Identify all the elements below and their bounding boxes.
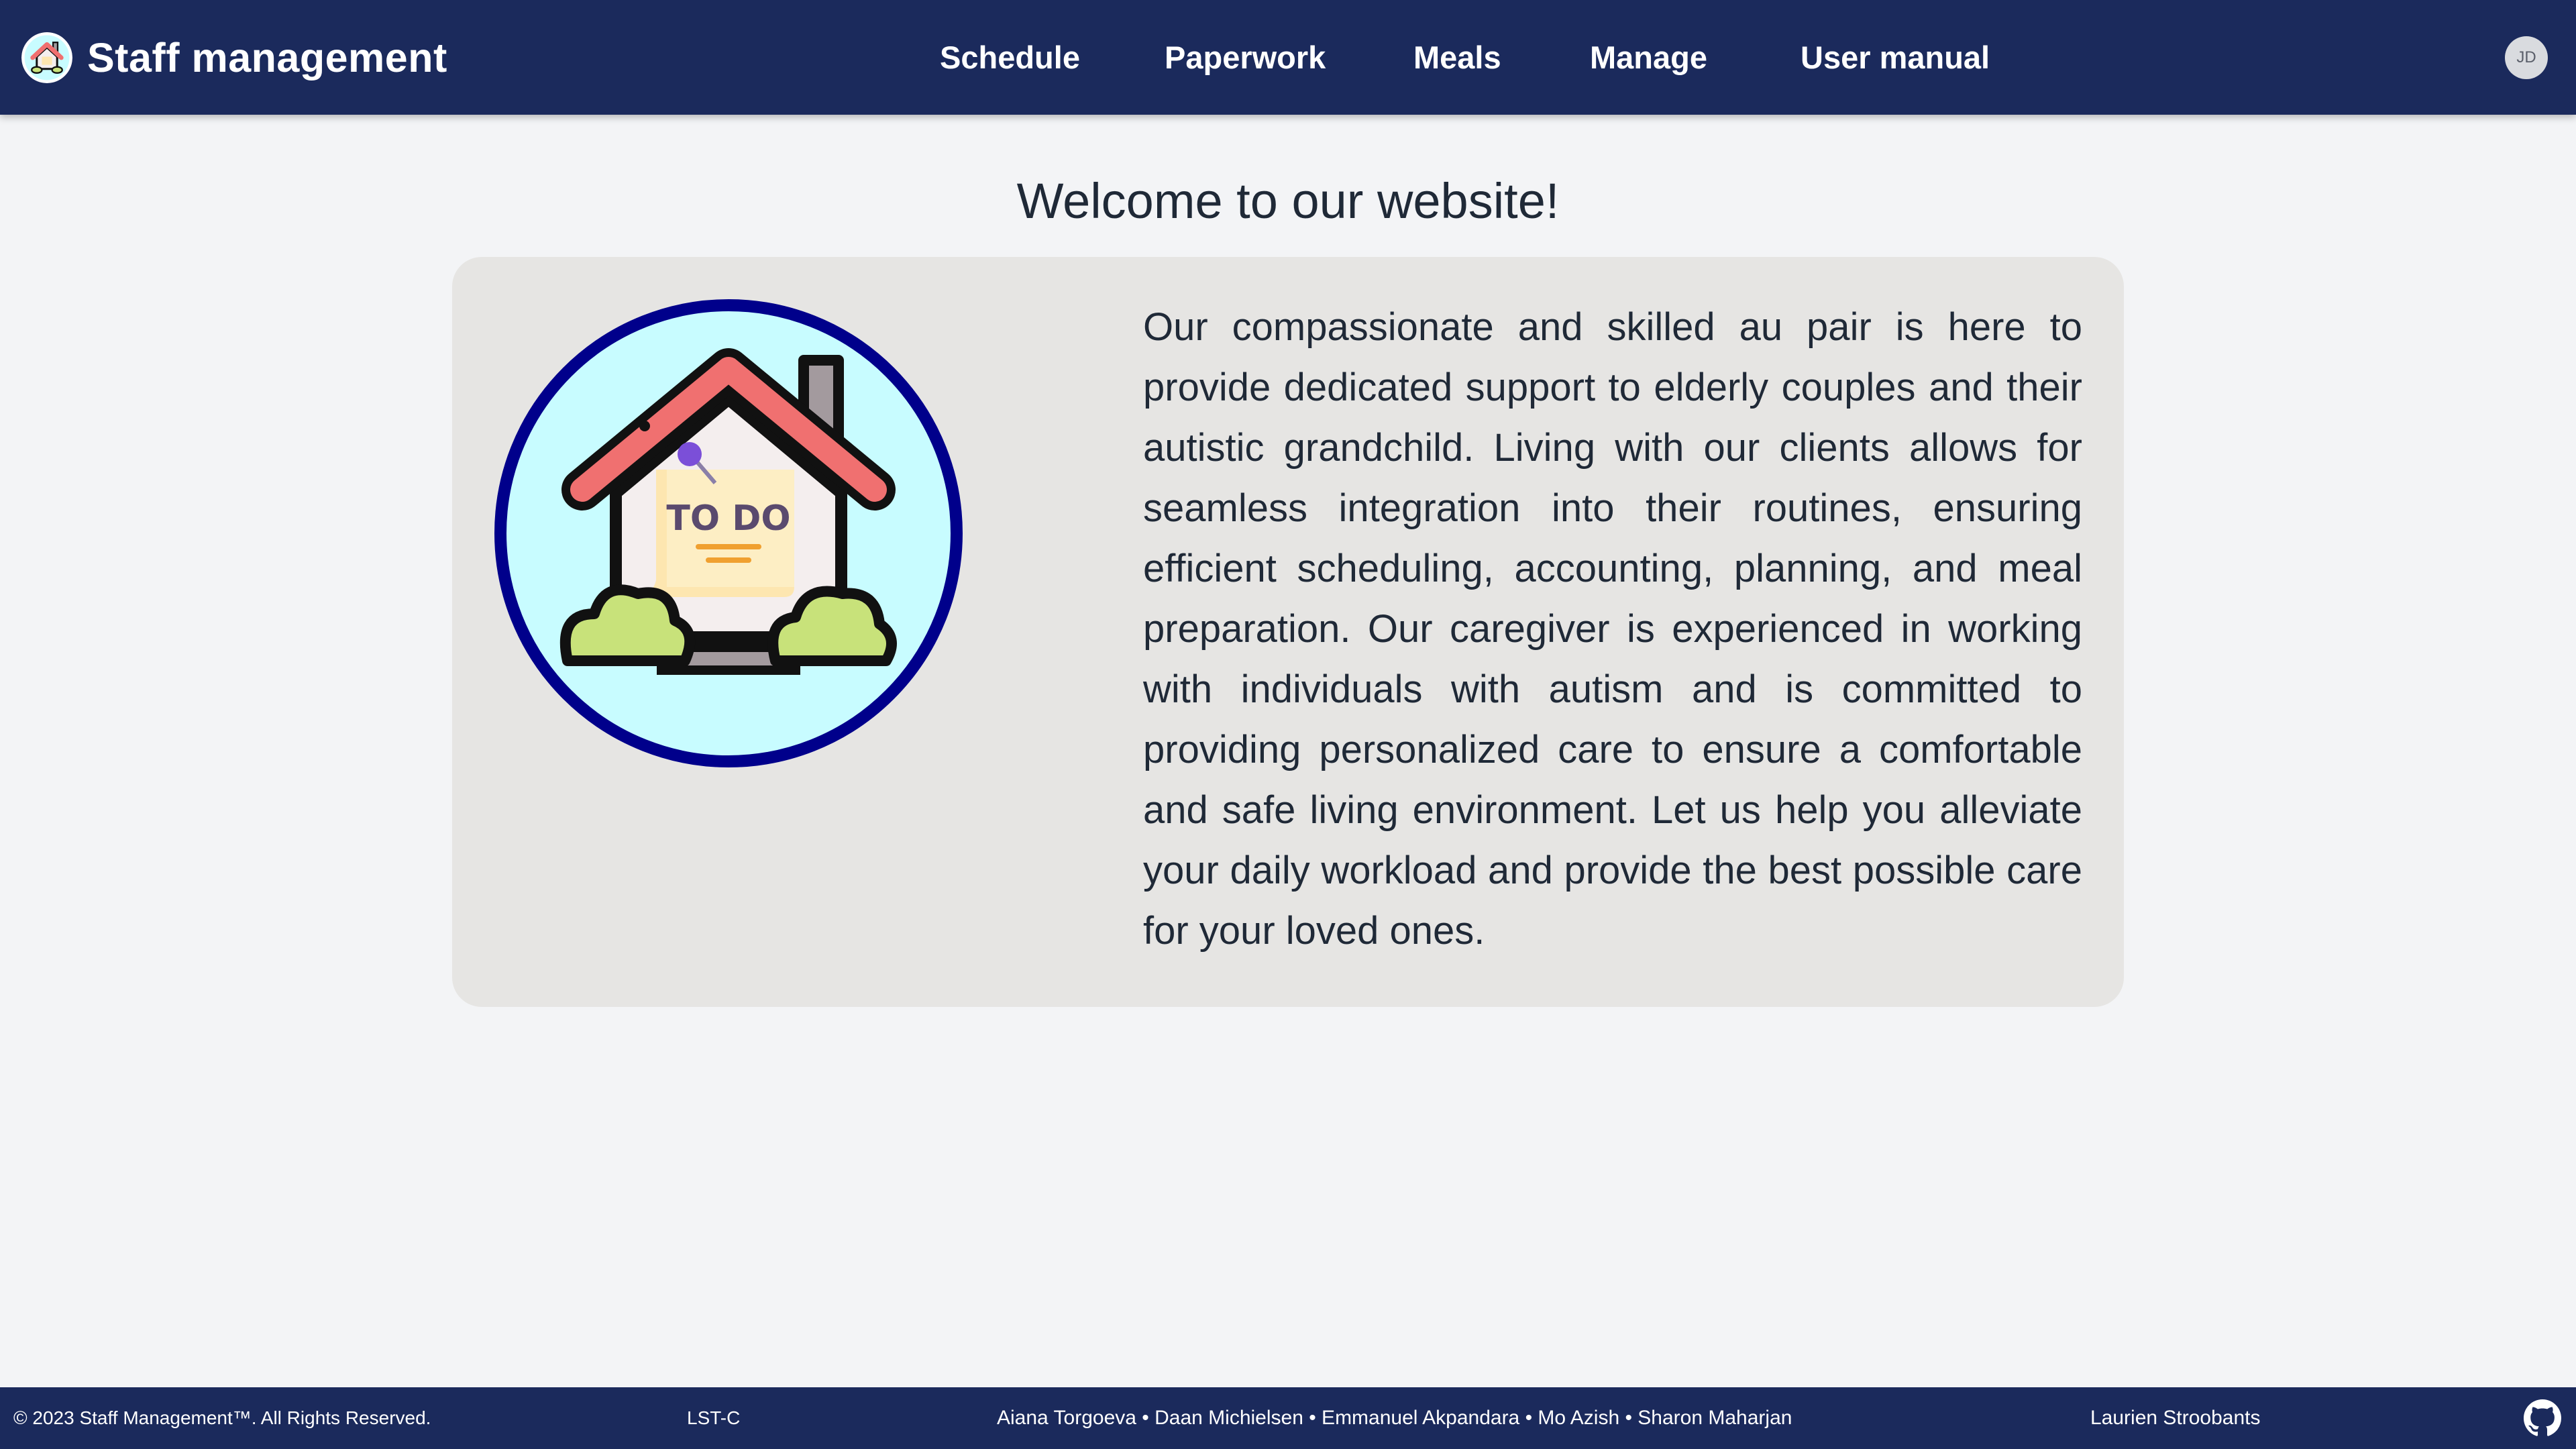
- nav-user-manual[interactable]: User manual: [1801, 0, 1990, 115]
- brand-link[interactable]: Staff management: [21, 29, 447, 87]
- nav-paperwork[interactable]: Paperwork: [1165, 0, 1326, 115]
- footer-copyright: © 2023 Staff Management™. All Rights Res…: [13, 1407, 431, 1428]
- footer-team: Aiana Torgoeva • Daan Michielsen • Emman…: [997, 1407, 1792, 1429]
- todo-label: TO DO: [666, 498, 790, 539]
- house-todo-illustration: TO DO: [494, 299, 963, 767]
- intro-text: Our compassionate and skilled au pair is…: [1143, 305, 2082, 953]
- house-todo-icon: [21, 32, 72, 83]
- nav-meals[interactable]: Meals: [1413, 0, 1501, 115]
- top-navbar: Staff management Schedule Paperwork Meal…: [0, 0, 2576, 115]
- intro-card: TO DO Our compassionate and skilled au p…: [452, 257, 2124, 1007]
- nav-manage[interactable]: Manage: [1590, 0, 1707, 115]
- footer-code: LST-C: [687, 1407, 741, 1428]
- page-title: Welcome to our website!: [1016, 173, 1560, 229]
- brand-title: Staff management: [87, 35, 447, 80]
- user-avatar[interactable]: JD: [2505, 36, 2548, 79]
- github-icon[interactable]: [2524, 1399, 2561, 1437]
- footer: © 2023 Staff Management™. All Rights Res…: [0, 1387, 2576, 1449]
- footer-extra: Laurien Stroobants: [2090, 1407, 2261, 1429]
- nav-schedule[interactable]: Schedule: [940, 0, 1080, 115]
